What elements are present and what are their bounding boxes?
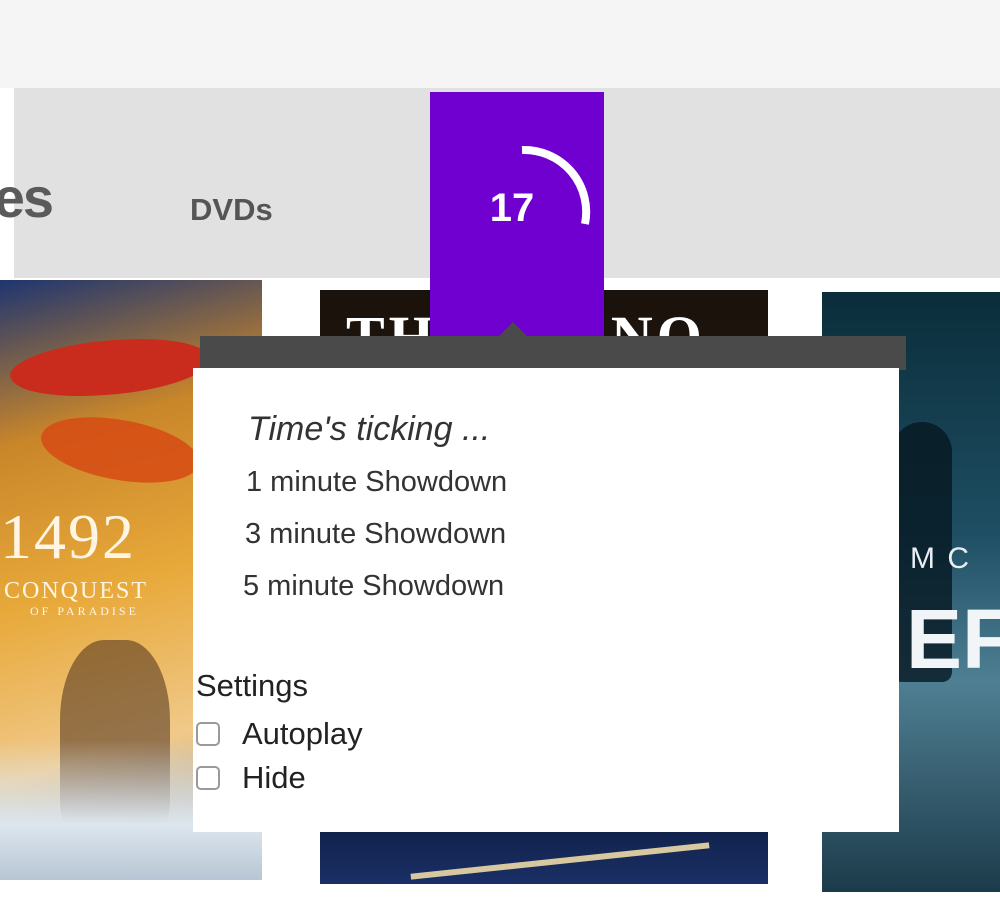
popup-header-bar (200, 336, 906, 370)
option-1-minute-showdown[interactable]: 1 minute Showdown (246, 466, 507, 499)
browser-top-area (0, 0, 1000, 88)
hide-label: Hide (242, 760, 306, 795)
autoplay-setting[interactable]: Autoplay (196, 716, 363, 752)
popup-caret (499, 322, 527, 336)
option-3-minute-showdown[interactable]: 3 minute Showdown (245, 518, 506, 551)
showdown-popup: Time's ticking ... 1 minute Showdown 3 m… (193, 368, 899, 832)
hide-checkbox[interactable] (196, 766, 220, 790)
autoplay-checkbox[interactable] (196, 722, 220, 746)
poster-actor-name: M C (910, 542, 971, 575)
poster-art-flag (7, 326, 213, 409)
autoplay-label: Autoplay (242, 716, 363, 751)
timer-count: 17 (489, 186, 535, 230)
poster-art-bridge (410, 842, 710, 880)
settings-label: Settings (196, 668, 309, 703)
poster-title: EF (906, 592, 1000, 686)
hide-setting[interactable]: Hide (196, 760, 306, 796)
option-5-minute-showdown[interactable]: 5 minute Showdown (243, 570, 504, 603)
showdown-timer-tab[interactable]: 17 (430, 92, 604, 342)
poster-tagline: OF PARADISE (30, 604, 139, 618)
popup-heading: Time's ticking ... (248, 410, 491, 448)
nav-item-partial[interactable]: es (0, 170, 52, 226)
poster-title: 1492 (0, 501, 136, 572)
nav-item-partial-label: es (0, 170, 52, 226)
nav-item-dvds[interactable]: DVDs (190, 194, 273, 225)
poster-subtitle: CONQUEST (4, 578, 149, 604)
poster-art-flag (36, 406, 204, 494)
